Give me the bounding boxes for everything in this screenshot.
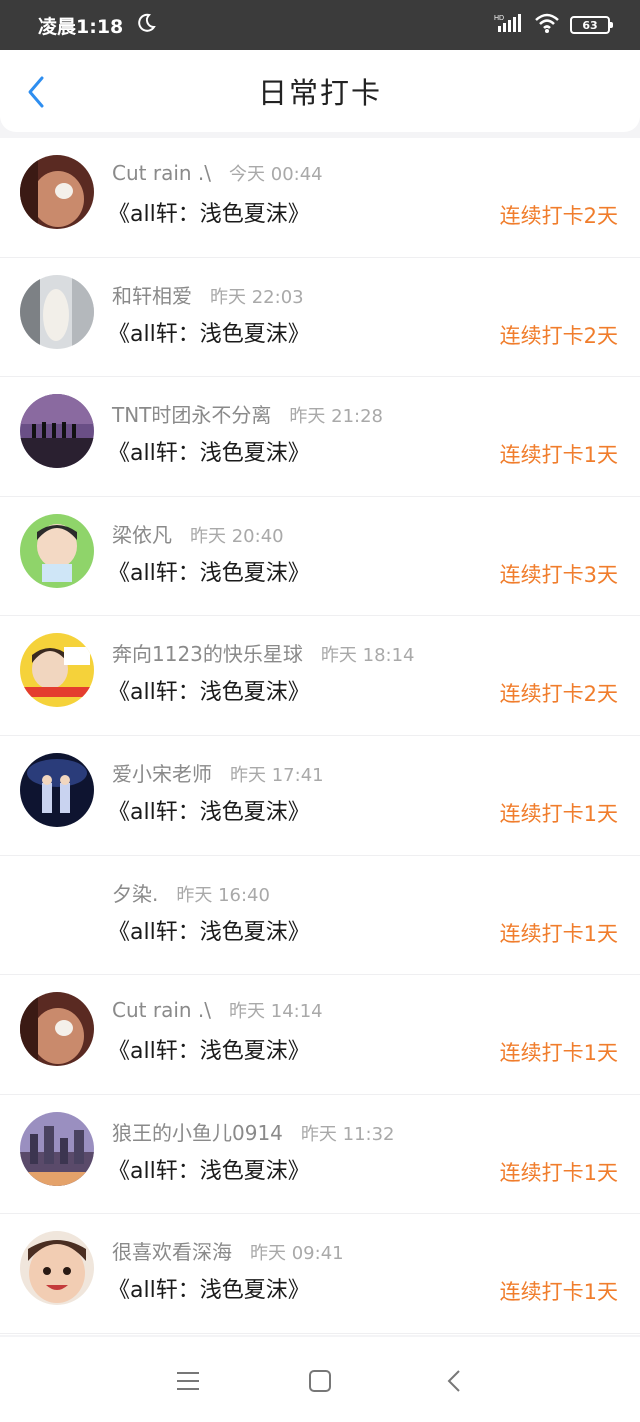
streak-label: 连续打卡1天 bbox=[499, 1160, 618, 1185]
battery-icon: 63 bbox=[570, 16, 613, 34]
battery-level: 63 bbox=[582, 18, 598, 32]
item-meta: 爱小宋老师 昨天 17:41 bbox=[112, 758, 324, 787]
list-item[interactable]: 爱小宋老师 昨天 17:41 《all轩：浅色夏沫》 连续打卡1天 bbox=[0, 736, 640, 856]
user-name[interactable]: 狼王的小鱼儿0914 bbox=[112, 1117, 283, 1146]
item-meta: 夕染. 昨天 16:40 bbox=[112, 878, 270, 907]
status-right: HD 63 bbox=[494, 12, 613, 38]
svg-text:HD: HD bbox=[494, 15, 504, 22]
avatar[interactable] bbox=[20, 394, 94, 469]
back-button[interactable] bbox=[18, 72, 54, 112]
checkin-time: 昨天 18:14 bbox=[320, 645, 415, 667]
streak-label: 连续打卡3天 bbox=[499, 562, 618, 587]
status-bar: 凌晨1:18 HD 63 bbox=[0, 0, 640, 50]
streak-label: 连续打卡1天 bbox=[499, 443, 618, 468]
streak-label: 连续打卡2天 bbox=[499, 323, 618, 348]
checkin-time: 昨天 22:03 bbox=[210, 286, 304, 308]
checkin-time: 昨天 16:40 bbox=[176, 884, 270, 906]
user-name[interactable]: 梁依凡 bbox=[112, 519, 172, 548]
streak-label: 连续打卡1天 bbox=[499, 921, 618, 946]
signal-hd-icon: HD bbox=[494, 12, 524, 38]
book-title[interactable]: 《all轩：浅色夏沫》 bbox=[108, 674, 310, 706]
list-item[interactable]: 夕染. 昨天 16:40 《all轩：浅色夏沫》 连续打卡1天 bbox=[0, 856, 640, 976]
avatar[interactable] bbox=[20, 1231, 94, 1306]
system-nav-bar bbox=[0, 1337, 640, 1422]
book-title[interactable]: 《all轩：浅色夏沫》 bbox=[108, 435, 310, 467]
checkin-time: 昨天 17:41 bbox=[230, 764, 324, 786]
item-meta: TNT时团永不分离 昨天 21:28 bbox=[112, 399, 383, 428]
list-item[interactable]: 和轩相爱 昨天 22:03 《all轩：浅色夏沫》 连续打卡2天 bbox=[0, 258, 640, 378]
status-left: 凌晨1:18 bbox=[38, 12, 157, 39]
user-name[interactable]: 奔向1123的快乐星球 bbox=[112, 638, 303, 667]
user-name[interactable]: TNT时团永不分离 bbox=[112, 399, 271, 428]
book-title[interactable]: 《all轩：浅色夏沫》 bbox=[108, 316, 310, 348]
checkin-time: 昨天 14:14 bbox=[229, 1001, 323, 1023]
streak-label: 连续打卡1天 bbox=[499, 1041, 618, 1066]
user-name[interactable]: 和轩相爱 bbox=[112, 280, 192, 309]
list-item[interactable]: 很喜欢看深海 昨天 09:41 《all轩：浅色夏沫》 连续打卡1天 bbox=[0, 1214, 640, 1334]
user-name[interactable]: 很喜欢看深海 bbox=[112, 1236, 232, 1265]
book-title[interactable]: 《all轩：浅色夏沫》 bbox=[108, 914, 310, 946]
checkin-time: 昨天 09:41 bbox=[250, 1243, 344, 1265]
page-title: 日常打卡 bbox=[257, 76, 382, 110]
list-item[interactable]: Cut rain .\ 今天 00:44 《all轩：浅色夏沫》 连续打卡2天 bbox=[0, 138, 640, 258]
item-meta: 狼王的小鱼儿0914 昨天 11:32 bbox=[112, 1117, 395, 1146]
menu-button[interactable] bbox=[170, 1363, 206, 1399]
checkin-time: 昨天 20:40 bbox=[190, 525, 284, 547]
item-meta: 很喜欢看深海 昨天 09:41 bbox=[112, 1236, 344, 1265]
home-button[interactable] bbox=[302, 1363, 338, 1399]
user-name[interactable]: Cut rain .\ bbox=[112, 161, 211, 185]
list-item[interactable]: 奔向1123的快乐星球 昨天 18:14 《all轩：浅色夏沫》 连续打卡2天 bbox=[0, 616, 640, 736]
page-header: 日常打卡 bbox=[0, 50, 640, 132]
list-item[interactable]: 梁依凡 昨天 20:40 《all轩：浅色夏沫》 连续打卡3天 bbox=[0, 497, 640, 617]
checkin-list: Cut rain .\ 今天 00:44 《all轩：浅色夏沫》 连续打卡2天 … bbox=[0, 138, 640, 1335]
avatar[interactable] bbox=[20, 1111, 94, 1186]
status-time: 凌晨1:18 bbox=[38, 15, 124, 38]
moon-icon bbox=[135, 12, 157, 39]
avatar[interactable] bbox=[20, 992, 94, 1067]
book-title[interactable]: 《all轩：浅色夏沫》 bbox=[108, 1272, 310, 1304]
list-item[interactable]: Cut rain .\ 昨天 14:14 《all轩：浅色夏沫》 连续打卡1天 bbox=[0, 975, 640, 1095]
book-title[interactable]: 《all轩：浅色夏沫》 bbox=[108, 555, 310, 587]
list-item[interactable]: 狼王的小鱼儿0914 昨天 11:32 《all轩：浅色夏沫》 连续打卡1天 bbox=[0, 1095, 640, 1215]
streak-label: 连续打卡1天 bbox=[499, 801, 618, 826]
book-title[interactable]: 《all轩：浅色夏沫》 bbox=[108, 1153, 310, 1185]
checkin-time: 昨天 21:28 bbox=[289, 406, 384, 428]
wifi-icon bbox=[534, 12, 560, 38]
list-item[interactable]: TNT时团永不分离 昨天 21:28 《all轩：浅色夏沫》 连续打卡1天 bbox=[0, 377, 640, 497]
item-meta: 和轩相爱 昨天 22:03 bbox=[112, 280, 304, 309]
avatar[interactable] bbox=[20, 274, 94, 349]
checkin-time: 昨天 11:32 bbox=[300, 1123, 395, 1145]
user-name[interactable]: 爱小宋老师 bbox=[112, 758, 212, 787]
book-title[interactable]: 《all轩：浅色夏沫》 bbox=[108, 794, 310, 826]
streak-label: 连续打卡2天 bbox=[499, 204, 618, 228]
streak-label: 连续打卡2天 bbox=[499, 682, 618, 707]
avatar[interactable] bbox=[20, 752, 94, 827]
book-title[interactable]: 《all轩：浅色夏沫》 bbox=[108, 1033, 310, 1065]
avatar[interactable] bbox=[20, 513, 94, 588]
chevron-left-icon bbox=[28, 76, 44, 108]
system-back-button[interactable] bbox=[436, 1363, 472, 1399]
item-meta: Cut rain .\ 昨天 14:14 bbox=[112, 997, 323, 1023]
checkin-time: 今天 00:44 bbox=[229, 164, 323, 185]
user-name[interactable]: Cut rain .\ bbox=[112, 998, 211, 1022]
item-meta: 梁依凡 昨天 20:40 bbox=[112, 519, 284, 548]
home-square-icon bbox=[309, 1370, 331, 1392]
menu-icon bbox=[177, 1372, 199, 1390]
streak-label: 连续打卡1天 bbox=[499, 1280, 618, 1305]
item-meta: Cut rain .\ 今天 00:44 bbox=[112, 160, 323, 186]
book-title[interactable]: 《all轩：浅色夏沫》 bbox=[108, 196, 310, 228]
item-meta: 奔向1123的快乐星球 昨天 18:14 bbox=[112, 638, 415, 667]
avatar[interactable] bbox=[20, 155, 94, 229]
user-name[interactable]: 夕染. bbox=[112, 878, 158, 907]
back-triangle-icon bbox=[447, 1370, 460, 1392]
avatar[interactable] bbox=[20, 633, 94, 708]
